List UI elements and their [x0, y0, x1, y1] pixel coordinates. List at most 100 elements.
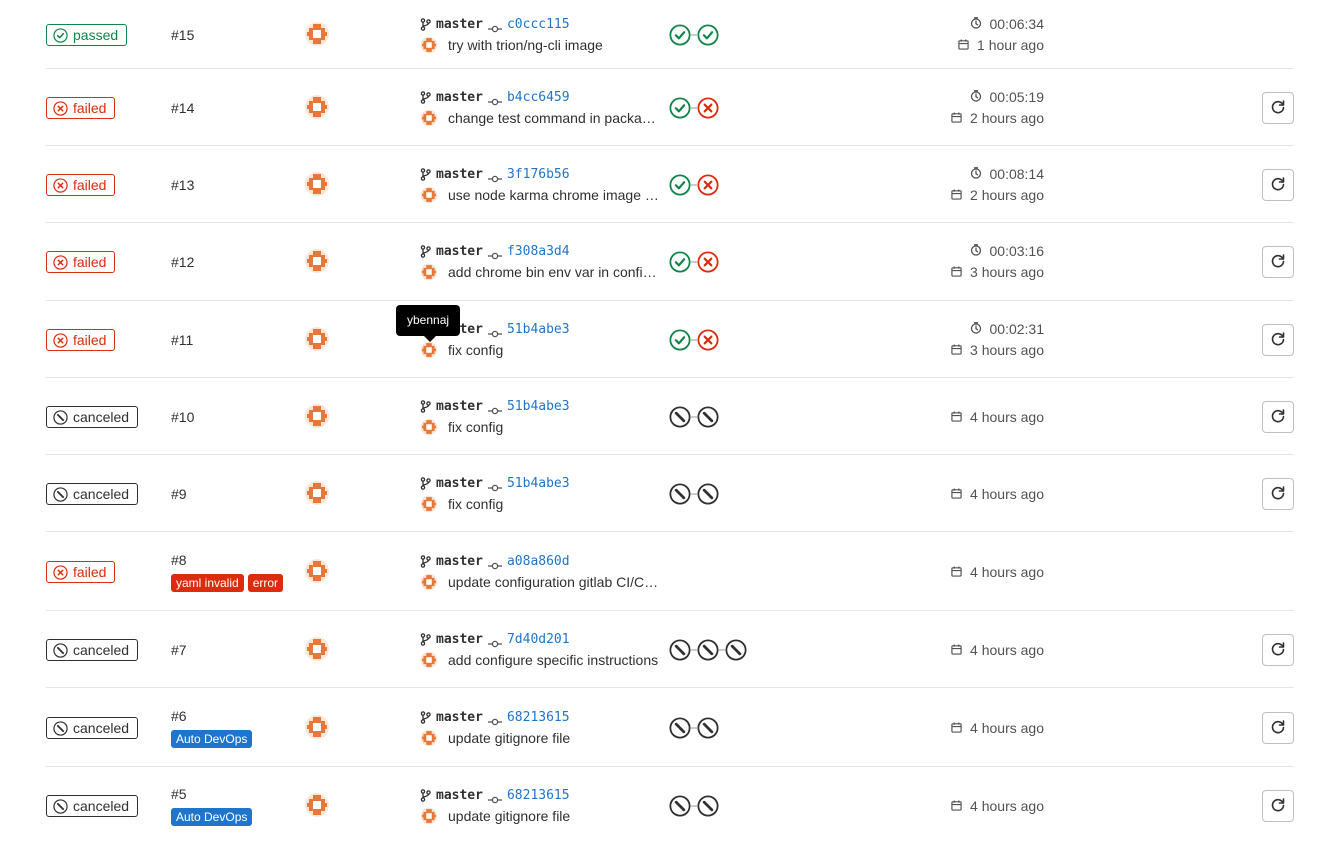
- branch-link[interactable]: master: [436, 399, 483, 414]
- stage-canceled-icon[interactable]: [697, 406, 719, 428]
- pipeline-id-link[interactable]: #12: [171, 254, 194, 270]
- user-avatar[interactable]: [304, 792, 330, 818]
- retry-button[interactable]: [1262, 478, 1294, 510]
- commit-message-link[interactable]: update configuration gitlab CI/CD file: [448, 574, 660, 590]
- stage-failed-icon[interactable]: [697, 329, 719, 351]
- user-avatar[interactable]: [304, 326, 330, 352]
- commit-sha-link[interactable]: 7d40d201: [507, 632, 570, 647]
- branch-link[interactable]: master: [436, 554, 483, 569]
- pipeline-label[interactable]: error: [247, 574, 284, 592]
- commit-sha-link[interactable]: 51b4abe3: [507, 322, 570, 337]
- status-badge[interactable]: canceled: [46, 406, 139, 428]
- user-avatar[interactable]: [304, 480, 330, 506]
- pipeline-id-link[interactable]: #9: [171, 486, 187, 502]
- commit-sha-link[interactable]: 68213615: [507, 788, 570, 803]
- author-avatar[interactable]: [420, 341, 438, 359]
- author-avatar[interactable]: [420, 263, 438, 281]
- commit-message-link[interactable]: add configure specific instructions: [448, 652, 660, 668]
- author-avatar[interactable]: [420, 651, 438, 669]
- user-avatar[interactable]: [304, 636, 330, 662]
- commit-message-link[interactable]: use node karma chrome image in config: [448, 187, 660, 203]
- commit-sha-link[interactable]: a08a860d: [507, 554, 570, 569]
- retry-button[interactable]: [1262, 169, 1294, 201]
- branch-link[interactable]: master: [436, 476, 483, 491]
- pipeline-id-link[interactable]: #14: [171, 100, 194, 116]
- stage-failed-icon[interactable]: [697, 174, 719, 196]
- author-avatar[interactable]: [420, 418, 438, 436]
- stage-passed-icon[interactable]: [697, 24, 719, 46]
- retry-button[interactable]: [1262, 92, 1294, 124]
- status-badge[interactable]: passed: [46, 24, 128, 46]
- pipeline-id-link[interactable]: #8: [171, 552, 187, 568]
- status-badge[interactable]: canceled: [46, 717, 139, 739]
- user-avatar[interactable]: [304, 94, 330, 120]
- author-avatar[interactable]: [420, 109, 438, 127]
- status-badge[interactable]: canceled: [46, 639, 139, 661]
- branch-link[interactable]: master: [436, 710, 483, 725]
- stage-passed-icon[interactable]: [669, 329, 691, 351]
- retry-button[interactable]: [1262, 401, 1294, 433]
- status-badge[interactable]: canceled: [46, 483, 139, 505]
- stage-canceled-icon[interactable]: [669, 483, 691, 505]
- author-avatar[interactable]: [420, 807, 438, 825]
- stage-failed-icon[interactable]: [697, 251, 719, 273]
- stage-canceled-icon[interactable]: [669, 639, 691, 661]
- status-badge[interactable]: failed: [46, 329, 116, 351]
- commit-message-link[interactable]: fix config: [448, 342, 660, 358]
- pipeline-label[interactable]: Auto DevOps: [171, 808, 253, 826]
- branch-link[interactable]: master: [436, 632, 483, 647]
- status-badge[interactable]: failed: [46, 561, 116, 583]
- status-badge[interactable]: failed: [46, 174, 116, 196]
- commit-message-link[interactable]: add chrome bin env var in config file: [448, 264, 660, 280]
- stage-canceled-icon[interactable]: [697, 717, 719, 739]
- retry-button[interactable]: [1262, 790, 1294, 822]
- pipeline-id-link[interactable]: #10: [171, 409, 194, 425]
- commit-sha-link[interactable]: f308a3d4: [507, 244, 570, 259]
- pipeline-id-link[interactable]: #5: [171, 786, 187, 802]
- commit-sha-link[interactable]: 51b4abe3: [507, 399, 570, 414]
- commit-sha-link[interactable]: 3f176b56: [507, 167, 570, 182]
- author-avatar[interactable]: [420, 186, 438, 204]
- stage-failed-icon[interactable]: [697, 97, 719, 119]
- status-badge[interactable]: failed: [46, 97, 116, 119]
- pipeline-id-link[interactable]: #7: [171, 642, 187, 658]
- user-avatar[interactable]: [304, 403, 330, 429]
- status-badge[interactable]: canceled: [46, 795, 139, 817]
- author-avatar[interactable]: [420, 36, 438, 54]
- commit-sha-link[interactable]: c0ccc115: [507, 17, 570, 32]
- commit-sha-link[interactable]: 68213615: [507, 710, 570, 725]
- retry-button[interactable]: [1262, 634, 1294, 666]
- pipeline-id-link[interactable]: #15: [171, 27, 194, 43]
- stage-canceled-icon[interactable]: [697, 639, 719, 661]
- pipeline-id-link[interactable]: #13: [171, 177, 194, 193]
- branch-link[interactable]: master: [436, 90, 483, 105]
- stage-canceled-icon[interactable]: [697, 483, 719, 505]
- stage-passed-icon[interactable]: [669, 174, 691, 196]
- user-avatar[interactable]: [304, 171, 330, 197]
- branch-link[interactable]: master: [436, 167, 483, 182]
- stage-passed-icon[interactable]: [669, 24, 691, 46]
- retry-button[interactable]: [1262, 246, 1294, 278]
- commit-message-link[interactable]: try with trion/ng-cli image: [448, 37, 660, 53]
- retry-button[interactable]: [1262, 324, 1294, 356]
- author-avatar[interactable]: [420, 495, 438, 513]
- author-avatar[interactable]: [420, 729, 438, 747]
- commit-message-link[interactable]: change test command in package.json: [448, 110, 660, 126]
- author-avatar[interactable]: [420, 573, 438, 591]
- pipeline-label[interactable]: Auto DevOps: [171, 730, 253, 748]
- branch-link[interactable]: master: [436, 788, 483, 803]
- user-avatar[interactable]: [304, 248, 330, 274]
- stage-passed-icon[interactable]: [669, 251, 691, 273]
- branch-link[interactable]: master: [436, 244, 483, 259]
- retry-button[interactable]: [1262, 712, 1294, 744]
- commit-sha-link[interactable]: 51b4abe3: [507, 476, 570, 491]
- status-badge[interactable]: failed: [46, 251, 116, 273]
- stage-canceled-icon[interactable]: [697, 795, 719, 817]
- commit-message-link[interactable]: fix config: [448, 496, 660, 512]
- stage-canceled-icon[interactable]: [725, 639, 747, 661]
- user-avatar[interactable]: [304, 714, 330, 740]
- stage-canceled-icon[interactable]: [669, 717, 691, 739]
- commit-message-link[interactable]: update gitignore file: [448, 730, 660, 746]
- pipeline-label[interactable]: yaml invalid: [171, 574, 244, 592]
- stage-canceled-icon[interactable]: [669, 795, 691, 817]
